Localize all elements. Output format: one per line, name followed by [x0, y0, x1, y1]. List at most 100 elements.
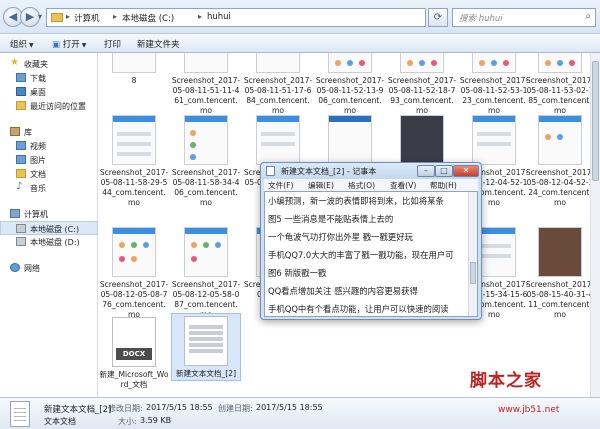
search-placeholder: 搜索 huhui	[459, 14, 503, 24]
file-item[interactable]: DOCX 新建_Microsoft_Word_文档	[99, 317, 169, 390]
file-item[interactable]: Screenshot_2017-05-08-15-40-31-411_com.t…	[525, 227, 595, 320]
file-item[interactable]: Screenshot_2017-05-08-11-58-34-406_com.t…	[171, 115, 241, 208]
library-icon	[10, 127, 20, 136]
notepad-titlebar[interactable]: 新建文本文档_[2] - 记事本 – □ ✕	[261, 163, 481, 179]
docx-file-icon: DOCX	[112, 317, 156, 367]
text-line: 图5 一些消息是不能贴表情上去的	[268, 214, 394, 224]
file-item[interactable]: Screenshot_2017-05-08-12-04-52-324_com.t…	[525, 115, 595, 208]
sidebar-item-downloads[interactable]: 下载	[0, 71, 98, 85]
chevron-right-icon[interactable]: ▸	[113, 12, 117, 21]
file-item[interactable]: 8	[99, 53, 169, 86]
file-item[interactable]: Screenshot_2017-05-08-11-51-11-461_com.t…	[171, 53, 241, 116]
chevron-right-icon[interactable]: ▸	[66, 12, 70, 21]
file-item[interactable]	[387, 115, 457, 168]
sidebar-item-pictures[interactable]: 图片	[0, 153, 98, 167]
created-label: 创建日期:	[218, 404, 253, 413]
breadcrumb-local-disk-c[interactable]: 本地磁盘 (C:)	[122, 12, 174, 24]
file-item[interactable]: Screenshot_2017-05-08-11-52-13-906_com.t…	[315, 53, 385, 116]
open-button[interactable]: ▣ 打开 ▼	[52, 38, 86, 50]
sidebar-item-recent[interactable]: 最近访问的位置	[0, 99, 98, 113]
text-line: QQ看点增加关注 感兴趣的内容更易获得	[268, 286, 418, 296]
new-folder-button[interactable]: 新建文件夹	[137, 38, 180, 50]
menu-edit[interactable]: 编辑(E)	[308, 180, 334, 191]
menu-help[interactable]: 帮助(H)	[430, 180, 457, 191]
file-item[interactable]: Screenshot_2017-05-08-11-58-29-544_com.t…	[99, 115, 169, 208]
file-item[interactable]: Screenshot_2017-05-08-12-05-08-776_com.t…	[99, 227, 169, 320]
notepad-menubar: 文件(F) 编辑(E) 格式(O) 查看(V) 帮助(H)	[264, 179, 478, 191]
network-icon	[10, 263, 20, 272]
file-thumbnail	[400, 53, 444, 73]
file-name: Screenshot_2017-05-08-15-40-31-411_com.t…	[525, 280, 595, 319]
sidebar-item-local-disk-c[interactable]: 本地磁盘 (C:)	[0, 221, 98, 235]
text-line: 图6 新版戳一戳	[268, 268, 327, 278]
pictures-icon	[16, 155, 26, 164]
star-icon: ★	[10, 57, 19, 68]
file-thumbnail	[112, 115, 156, 165]
print-button[interactable]: 打印	[104, 38, 121, 50]
menu-file[interactable]: 文件(F)	[268, 180, 293, 191]
size-label: 大小:	[118, 417, 137, 426]
file-thumbnail	[538, 227, 582, 277]
file-item[interactable]	[315, 115, 385, 168]
menu-view[interactable]: 查看(V)	[390, 180, 416, 191]
breadcrumb-computer[interactable]: 计算机	[74, 12, 100, 24]
recent-pages-dropdown[interactable]: ▾	[38, 12, 42, 21]
minimize-button[interactable]: –	[417, 165, 435, 177]
sidebar-label: 网络	[24, 264, 40, 273]
file-name: 新建_Microsoft_Word_文档	[99, 370, 169, 389]
chevron-right-icon[interactable]: ▸	[198, 12, 202, 21]
close-button[interactable]: ✕	[453, 165, 479, 177]
file-item[interactable]: Screenshot_2017-05-08-11-52-53-123_com.t…	[459, 53, 529, 116]
file-name: Screenshot_2017-05-08-11-58-34-406_com.t…	[171, 168, 241, 207]
file-item[interactable]: Screenshot_2017-05-08-12-05-58-087_com.t…	[171, 227, 241, 320]
maximize-button[interactable]: □	[435, 165, 453, 177]
file-list-scrollbar[interactable]	[590, 53, 600, 397]
scrollbar-thumb[interactable]	[470, 262, 476, 284]
file-thumbnail	[112, 53, 156, 73]
file-thumbnail	[472, 115, 516, 165]
scrollbar-thumb[interactable]	[592, 61, 599, 181]
sidebar-item-videos[interactable]: 视频	[0, 139, 98, 153]
file-item[interactable]: Screenshot_2017-05-08-11-53-02-185_com.t…	[525, 53, 595, 116]
file-name: 新建文本文档_[2]	[175, 369, 237, 378]
sidebar-item-local-disk-d[interactable]: 本地磁盘 (D:)	[0, 235, 98, 249]
notepad-window: 新建文本文档_[2] - 记事本 – □ ✕ 文件(F) 编辑(E) 格式(O)…	[260, 162, 482, 320]
sidebar-item-favorites[interactable]: ★ 收藏夹	[0, 57, 98, 71]
navigation-pane: ★ 收藏夹 下载 桌面 最近访问的位置 库 视频 图片 文档 ♪ 音乐 计算机 本地…	[0, 53, 98, 397]
music-note-icon: ♪	[16, 181, 23, 192]
watermark-brand: 脚本之家	[470, 371, 542, 391]
notepad-scrollbar[interactable]	[468, 192, 477, 316]
sidebar-label: 视频	[30, 142, 46, 151]
file-name: Screenshot_2017-05-08-11-58-29-544_com.t…	[99, 168, 169, 207]
file-item-selected[interactable]: 新建文本文档_[2]	[171, 313, 241, 381]
computer-icon	[10, 209, 20, 218]
sidebar-item-computer[interactable]: 计算机	[0, 207, 98, 221]
forward-button[interactable]: ▶	[20, 7, 40, 27]
sidebar-item-documents[interactable]: 文档	[0, 167, 98, 181]
sidebar-label: 最近访问的位置	[30, 102, 86, 111]
sidebar-label: 库	[24, 128, 32, 137]
sidebar-item-desktop[interactable]: 桌面	[0, 85, 98, 99]
sidebar-label: 本地磁盘 (C:)	[30, 225, 80, 234]
breadcrumb[interactable]: ▸ 计算机 ▸ 本地磁盘 (C:) ▸ huhui	[46, 8, 426, 27]
search-input[interactable]: 搜索 huhui ⌕	[452, 8, 596, 27]
sidebar-item-music[interactable]: ♪ 音乐	[0, 181, 98, 195]
sidebar-item-network[interactable]: 网络	[0, 261, 98, 275]
file-item[interactable]: Screenshot_2017-05-08-11-52-18-793_com.t…	[387, 53, 457, 116]
text-line: 手机QQ中有个看点功能，让用户可以快速的阅读	[268, 304, 449, 314]
file-thumbnail	[184, 115, 228, 165]
video-icon	[16, 141, 26, 150]
recent-places-icon	[16, 101, 26, 110]
file-thumbnail	[184, 53, 228, 73]
folder-icon	[51, 13, 63, 22]
menu-format[interactable]: 格式(O)	[348, 180, 375, 191]
file-thumbnail	[184, 227, 228, 277]
breadcrumb-huhui[interactable]: huhui	[207, 12, 231, 22]
notepad-text-area[interactable]: 小编预测，新一波的表情即将到来，比如将某条 图5 一些消息是不能贴表情上去的 一…	[264, 191, 478, 317]
refresh-button[interactable]: ⟳	[428, 8, 448, 27]
file-item[interactable]: Screenshot_2017-05-08-11-51-17-684_com.t…	[243, 53, 313, 116]
refresh-icon: ⟳	[433, 12, 443, 23]
documents-icon	[16, 169, 26, 178]
sidebar-item-libraries[interactable]: 库	[0, 125, 98, 139]
organize-button[interactable]: 组织 ▼	[10, 38, 34, 50]
